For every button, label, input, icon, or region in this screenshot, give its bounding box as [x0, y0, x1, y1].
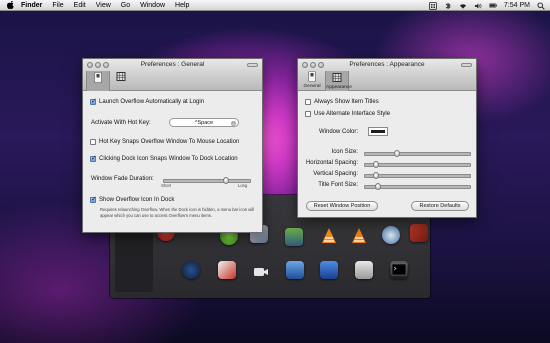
icon-size-label: Icon Size:	[331, 149, 358, 155]
alt-style-label: Use Alternate Interface Style	[314, 111, 391, 117]
fade-max-label: Long	[238, 183, 248, 188]
menu-finder[interactable]: Finder	[21, 2, 42, 9]
title-font-size-slider[interactable]	[364, 183, 471, 190]
vertical-spacing-knob[interactable]	[372, 172, 379, 179]
app-icon-photo[interactable]	[285, 228, 303, 246]
app-icon-tools[interactable]	[355, 261, 373, 279]
icon-size-slider[interactable]	[364, 150, 471, 157]
tab-appearance[interactable]	[110, 71, 132, 84]
clear-hotkey-icon[interactable]: ×	[231, 120, 236, 126]
hotkey-label: Activate With Hot Key:	[91, 120, 151, 126]
toolbar-toggle-button[interactable]	[247, 63, 258, 67]
horizontal-spacing-knob[interactable]	[372, 161, 379, 168]
horizontal-spacing-slider[interactable]	[364, 161, 471, 168]
reset-window-position-button[interactable]: Reset Window Position	[306, 201, 378, 211]
icon-size-knob[interactable]	[393, 150, 400, 157]
menu-window[interactable]: Window	[140, 2, 165, 9]
vertical-spacing-slider[interactable]	[364, 172, 471, 179]
launch-at-login-checkbox[interactable]	[90, 97, 97, 105]
window-color-label: Window Color:	[318, 129, 358, 135]
horizontal-spacing-label: Horizontal Spacing:	[305, 160, 358, 166]
tab-general-label: General	[303, 84, 321, 89]
grid-icon	[332, 73, 342, 82]
window-color-well[interactable]	[368, 127, 388, 136]
overflow-sidebar[interactable]	[115, 225, 153, 292]
snap-mouse-label: Hot Key Snaps Overflow Window To Mouse L…	[99, 139, 240, 145]
fade-duration-label: Window Fade Duration:	[91, 176, 154, 182]
app-icon-screen[interactable]	[286, 261, 304, 279]
general-titlebar[interactable]: Preferences : General	[83, 59, 262, 91]
show-titles-label: Always Show Item Titles	[314, 99, 379, 105]
menu-edit[interactable]: Edit	[74, 2, 86, 9]
window-title: Preferences : Appearance	[349, 61, 425, 68]
spotlight-search-icon[interactable]	[537, 1, 545, 10]
show-titles-checkbox[interactable]	[305, 99, 311, 105]
hotkey-field[interactable]: ^Space ×	[169, 118, 239, 127]
terminal-icon[interactable]	[390, 261, 408, 279]
tab-general[interactable]: General	[301, 70, 323, 89]
appearance-preferences-window: Preferences : Appearance General Appeara…	[297, 58, 477, 218]
fade-duration-knob[interactable]	[222, 177, 229, 184]
wifi-icon[interactable]	[459, 2, 467, 10]
menubar-clock[interactable]: 7:54 PM	[504, 2, 530, 9]
fade-min-label: Short	[161, 183, 172, 188]
bluetooth-icon[interactable]	[444, 2, 452, 10]
vertical-spacing-label: Vertical Spacing:	[313, 171, 358, 177]
hotkey-value: ^Space	[194, 120, 214, 126]
snap-mouse-row[interactable]: Hot Key Snaps Overflow Window To Mouse L…	[90, 139, 239, 145]
tab-appearance[interactable]: Appearance	[325, 71, 352, 91]
launch-at-login-row[interactable]: Launch Overflow Automatically at Login	[90, 97, 205, 105]
app-icon-globe[interactable]	[382, 226, 400, 244]
toolbar-toggle-button[interactable]	[461, 63, 472, 67]
app-icon-shield[interactable]	[182, 261, 200, 279]
show-dock-icon-label: Show Overflow Icon In Dock	[99, 197, 175, 203]
menu-view[interactable]: View	[96, 2, 111, 9]
title-font-size-knob[interactable]	[374, 183, 381, 190]
app-icon-slides[interactable]	[410, 224, 428, 242]
status-menus: 7:54 PM	[429, 0, 545, 11]
snap-dock-checkbox[interactable]	[90, 154, 97, 162]
app-icon-blue[interactable]	[320, 261, 338, 279]
show-titles-row[interactable]: Always Show Item Titles	[305, 99, 379, 105]
vlc-icon[interactable]	[320, 227, 338, 245]
alt-style-row[interactable]: Use Alternate Interface Style	[305, 111, 390, 117]
switch-icon	[94, 72, 102, 83]
camera-icon[interactable]	[252, 263, 270, 281]
snap-mouse-checkbox[interactable]	[90, 139, 96, 145]
grid-icon	[116, 72, 126, 81]
snap-dock-label: Clicking Dock Icon Snaps Window To Dock …	[99, 156, 238, 162]
tab-appearance-label: Appearance	[326, 85, 352, 90]
tab-general[interactable]	[86, 71, 110, 91]
apple-menu-icon[interactable]	[7, 1, 15, 9]
switch-icon	[308, 71, 316, 82]
menu-file[interactable]: File	[52, 2, 63, 9]
appearance-titlebar[interactable]: Preferences : Appearance General Appeara…	[298, 59, 476, 91]
menu-help[interactable]: Help	[175, 2, 189, 9]
app-icon-game[interactable]	[218, 261, 236, 279]
menu-bar: Finder File Edit View Go Window Help 7:5…	[0, 0, 550, 11]
dock-icon-note: Requires relaunching Overflow. When the …	[100, 207, 255, 218]
volume-icon[interactable]	[474, 2, 482, 10]
show-dock-icon-checkbox[interactable]	[90, 195, 97, 203]
window-color-swatch	[371, 130, 385, 133]
alt-style-checkbox[interactable]	[305, 111, 311, 117]
vlc-alt-icon[interactable]	[350, 227, 368, 245]
overflow-menu-icon[interactable]	[429, 1, 437, 10]
launch-at-login-label: Launch Overflow Automatically at Login	[99, 99, 205, 105]
show-dock-icon-row[interactable]: Show Overflow Icon In Dock	[90, 195, 175, 203]
general-preferences-window: Preferences : General Launch Overflow Au…	[82, 58, 263, 233]
menu-go[interactable]: Go	[121, 2, 130, 9]
title-font-size-label: Title Font Size:	[318, 182, 358, 188]
window-title: Preferences : General	[140, 61, 205, 68]
battery-icon[interactable]	[489, 2, 497, 10]
restore-defaults-button[interactable]: Restore Defaults	[411, 201, 469, 211]
snap-dock-row[interactable]: Clicking Dock Icon Snaps Window To Dock …	[90, 154, 238, 162]
